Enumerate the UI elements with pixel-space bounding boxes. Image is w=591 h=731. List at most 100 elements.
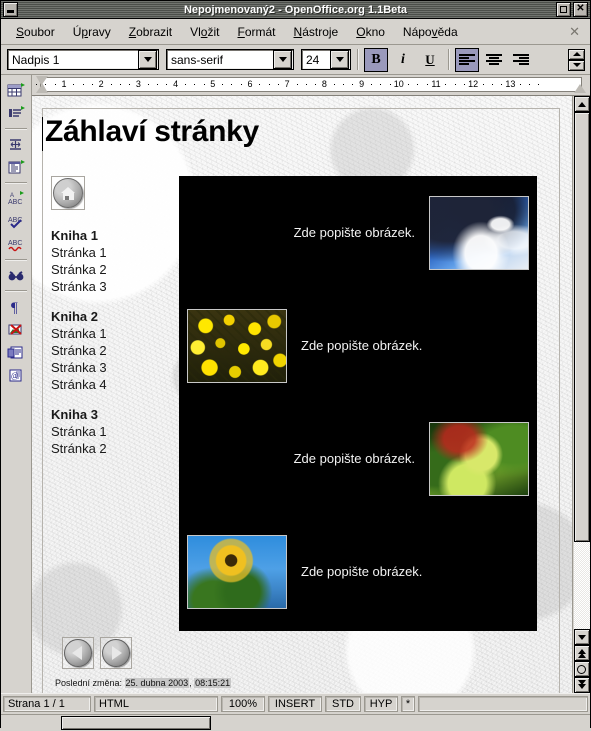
online-source-icon[interactable]: @	[4, 364, 28, 387]
ruler-tick	[119, 84, 121, 85]
window-close-button[interactable]: ✕	[573, 2, 588, 17]
toolbar-separator	[5, 259, 27, 260]
font-name-combo[interactable]: sans-serif	[166, 49, 294, 70]
yellow-flowers-photo[interactable]	[187, 308, 287, 383]
ruler-tick	[445, 84, 447, 85]
toc-page-link[interactable]: Stránka 2	[51, 440, 167, 457]
font-name-dropdown-arrow[interactable]	[273, 50, 292, 69]
ruler-tick	[91, 84, 93, 85]
menu-soubor[interactable]: Soubor	[7, 23, 64, 41]
home-icon	[60, 186, 76, 200]
scroll-trough[interactable]	[573, 112, 590, 629]
footer-date-field[interactable]: 25. dubna 2003	[124, 678, 190, 688]
previous-object-button[interactable]	[573, 645, 590, 661]
sunflower-photo[interactable]	[187, 534, 287, 609]
window-maximize-button[interactable]	[556, 2, 571, 17]
vertical-scrollbar[interactable]	[572, 96, 590, 693]
spellcheck-icon[interactable]: ABC	[4, 210, 28, 233]
toolbar-scroll-up-button[interactable]	[568, 48, 585, 60]
status-insert-mode[interactable]: INSERT	[268, 696, 322, 712]
footer-time-field[interactable]: 08:15:21	[194, 678, 232, 688]
green-apples-photo[interactable]	[429, 421, 529, 496]
toc-page-link[interactable]: Stránka 1	[51, 325, 167, 342]
scroll-up-button[interactable]	[573, 96, 590, 112]
window-minimize-button[interactable]	[3, 2, 18, 17]
toc-page-link[interactable]: Stránka 3	[51, 359, 167, 376]
image-caption[interactable]: Zde popište obrázek.	[301, 338, 422, 353]
scroll-down-button[interactable]	[573, 629, 590, 645]
ruler-tick	[380, 84, 382, 85]
ruler-tick	[166, 84, 168, 85]
underline-button[interactable]: U	[418, 48, 442, 72]
image-caption[interactable]: Zde popište obrázek.	[294, 225, 415, 240]
scroll-thumb[interactable]	[573, 112, 590, 542]
image-caption[interactable]: Zde popište obrázek.	[294, 451, 415, 466]
spellcheck-wave-icon[interactable]: ABC	[4, 233, 28, 256]
find-replace-icon[interactable]	[4, 264, 28, 287]
menu-napoveda[interactable]: Nápověda	[394, 23, 467, 41]
menu-vlozit[interactable]: Vložit	[181, 23, 228, 41]
navigation-button[interactable]	[573, 661, 590, 677]
menu-nastroje[interactable]: Nástroje	[285, 23, 348, 41]
toc-page-link[interactable]: Stránka 1	[51, 423, 167, 440]
menu-zobrazit[interactable]: Zobrazit	[120, 23, 181, 41]
graphics-off-icon[interactable]	[4, 318, 28, 341]
previous-page-button[interactable]	[62, 637, 94, 669]
menu-upravy[interactable]: Úpravy	[64, 23, 120, 41]
status-selection-mode[interactable]: STD	[325, 696, 361, 712]
autospellcheck-icon[interactable]: A ABC	[4, 187, 28, 210]
insert-table-icon[interactable]	[4, 79, 28, 102]
toc-page-link[interactable]: Stránka 1	[51, 244, 167, 261]
ruler-number: 10	[393, 79, 404, 89]
toc-page-link[interactable]: Stránka 4	[51, 376, 167, 393]
insert-text-frame-icon[interactable]	[4, 102, 28, 125]
bold-button[interactable]: B	[364, 47, 388, 72]
ruler-tick	[305, 84, 307, 85]
italic-button[interactable]: i	[391, 48, 415, 72]
svg-text:ABC: ABC	[8, 199, 22, 206]
insert-object-icon[interactable]	[4, 156, 28, 179]
align-center-button[interactable]	[482, 48, 506, 72]
paragraph-style-combo[interactable]: Nadpis 1	[7, 49, 159, 70]
align-right-button[interactable]	[509, 48, 533, 72]
paragraph-style-dropdown-arrow[interactable]	[138, 50, 157, 69]
toc-book-title[interactable]: Kniha 1	[51, 227, 167, 244]
status-modified[interactable]: *	[401, 696, 415, 712]
document-canvas[interactable]: Záhlaví stránky Kniha 1 Stránka 1 Stránk…	[32, 96, 572, 693]
web-layout-icon[interactable]	[4, 341, 28, 364]
next-object-button[interactable]	[573, 677, 590, 693]
ruler-tick	[463, 84, 465, 85]
insert-horizontal-line-icon[interactable]	[4, 133, 28, 156]
toolbar-scroll-down-button[interactable]	[568, 59, 585, 71]
next-page-button[interactable]	[100, 637, 132, 669]
toc-book-title[interactable]: Kniha 2	[51, 308, 167, 325]
chevron-down-icon	[577, 634, 586, 640]
toc-page-link[interactable]: Stránka 3	[51, 278, 167, 295]
home-button[interactable]	[51, 176, 85, 211]
ruler-tick	[240, 84, 242, 85]
ruler-tick	[147, 84, 149, 85]
horizontal-scrollbar[interactable]	[1, 714, 590, 731]
window-button-group: ✕	[554, 2, 588, 17]
status-zoom[interactable]: 100%	[221, 696, 265, 712]
toolbar-separator	[5, 128, 27, 129]
status-hyperlink-mode[interactable]: HYP	[364, 696, 398, 712]
status-page[interactable]: Strana 1 / 1	[3, 696, 91, 712]
toc-page-link[interactable]: Stránka 2	[51, 342, 167, 359]
formatting-marks-icon[interactable]: ¶	[4, 295, 28, 318]
horizontal-ruler[interactable]: 1 2 3 4 5 6 7 8 9 10 11 12 13	[32, 75, 590, 96]
ruler-tick	[82, 84, 84, 85]
align-left-button[interactable]	[455, 47, 479, 72]
image-caption[interactable]: Zde popište obrázek.	[301, 564, 422, 579]
font-size-dropdown-arrow[interactable]	[330, 50, 349, 69]
menu-format[interactable]: Formát	[228, 23, 284, 41]
menu-okno[interactable]: Okno	[347, 23, 394, 41]
status-mode[interactable]: HTML	[94, 696, 218, 712]
toolbar-overflow-spinner[interactable]	[568, 48, 585, 71]
close-document-button[interactable]: ✕	[569, 24, 580, 40]
toc-page-link[interactable]: Stránka 2	[51, 261, 167, 278]
toc-book-title[interactable]: Kniha 3	[51, 406, 167, 423]
clouds-photo[interactable]	[429, 195, 529, 270]
font-size-value: 24	[306, 52, 320, 67]
font-size-combo[interactable]: 24	[301, 49, 351, 70]
